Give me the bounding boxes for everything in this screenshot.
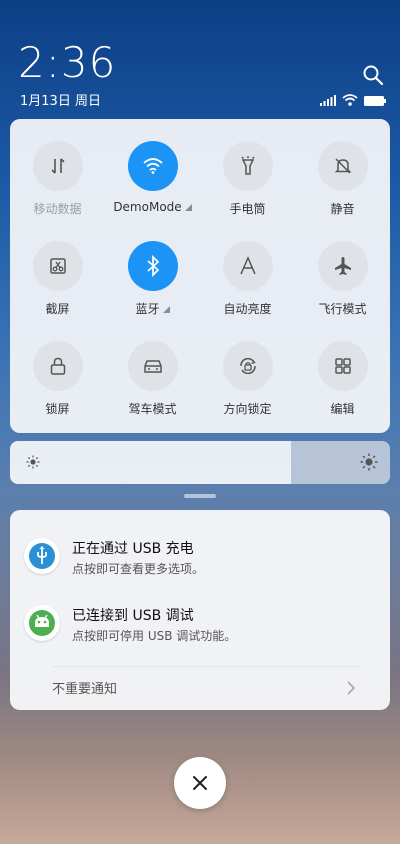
unimportant-notifications-link[interactable]: 不重要通知 [52, 678, 117, 697]
airplane-icon [317, 241, 368, 291]
divider [52, 666, 360, 667]
cellular-signal-icon [320, 91, 336, 110]
toggle-label: 手电筒 [229, 202, 266, 216]
notification-usb-debugging[interactable]: 已连接到 USB 调试 点按即可停用 USB 调试功能。 [24, 605, 384, 655]
chevron-right-icon[interactable] [346, 680, 356, 696]
wifi-icon [127, 141, 178, 191]
notification-title: 正在通过 USB 充电 [72, 541, 194, 557]
close-icon [193, 776, 207, 790]
toggle-driving-mode[interactable]: 驾车模式 [105, 341, 200, 417]
grid-icon [317, 341, 368, 391]
toggle-label: 静音 [330, 202, 355, 216]
clear-notifications-button[interactable] [174, 757, 226, 809]
notification-subtitle: 点按即可查看更多选项。 [72, 562, 205, 576]
toggle-auto-brightness[interactable]: 自动亮度 [200, 241, 295, 317]
toggle-bluetooth[interactable]: 蓝牙 [105, 241, 200, 317]
clock-time: 2:36 [18, 38, 117, 87]
toggle-label: 编辑 [330, 402, 355, 416]
toggle-label: 自动亮度 [223, 302, 272, 316]
flashlight-icon [222, 141, 273, 191]
toggle-rotation-lock[interactable]: 方向锁定 [200, 341, 295, 417]
toggle-label: 飞行模式 [318, 302, 367, 316]
mute-icon [317, 141, 368, 191]
toggle-airplane-mode[interactable]: 飞行模式 [295, 241, 390, 317]
toggle-grid: 移动数据 DemoMode 手电筒 静音 截屏 蓝牙 自动亮度 飞行模式 锁屏 … [10, 141, 390, 417]
battery-icon [364, 91, 386, 110]
toggle-label: 蓝牙 [135, 302, 160, 316]
toggle-label: DemoMode [113, 200, 182, 214]
notification-panel: 正在通过 USB 充电 点按即可查看更多选项。 已连接到 USB 调试 点按即可… [10, 510, 390, 710]
toggle-lock-screen[interactable]: 锁屏 [10, 341, 105, 417]
brightness-slider[interactable] [10, 441, 390, 484]
brightness-high-icon [360, 453, 378, 471]
toggle-label: 锁屏 [45, 402, 70, 416]
toggle-mobile-data[interactable]: 移动数据 [10, 141, 105, 217]
brightness-low-icon [26, 455, 40, 469]
toggle-edit[interactable]: 编辑 [295, 341, 390, 417]
expand-triangle-icon [184, 204, 192, 211]
usb-icon [24, 538, 60, 574]
auto-brightness-icon [222, 241, 273, 291]
toggle-wifi[interactable]: DemoMode [105, 141, 200, 217]
toggle-flashlight[interactable]: 手电筒 [200, 141, 295, 217]
bluetooth-icon [127, 241, 178, 291]
car-icon [127, 341, 178, 391]
mobile-data-icon [32, 141, 83, 191]
wifi-icon [342, 91, 358, 110]
toggle-mute[interactable]: 静音 [295, 141, 390, 217]
lock-icon [32, 341, 83, 391]
toggle-screenshot[interactable]: 截屏 [10, 241, 105, 317]
drag-handle[interactable] [184, 494, 216, 498]
date-label: 1月13日 周日 [20, 94, 101, 109]
notification-usb-charging[interactable]: 正在通过 USB 充电 点按即可查看更多选项。 [24, 538, 384, 588]
screenshot-icon [32, 241, 83, 291]
rotation-lock-icon [222, 341, 273, 391]
notification-title: 已连接到 USB 调试 [72, 608, 194, 624]
toggle-label: 截屏 [45, 302, 70, 316]
search-icon[interactable] [362, 64, 384, 86]
expand-triangle-icon [162, 306, 170, 313]
toggle-label: 方向锁定 [223, 402, 272, 416]
toggle-label: 驾车模式 [128, 402, 177, 416]
quick-settings-panel: 移动数据 DemoMode 手电筒 静音 截屏 蓝牙 自动亮度 飞行模式 锁屏 … [10, 119, 390, 433]
android-icon [24, 605, 60, 641]
status-bar [320, 91, 386, 110]
notification-subtitle: 点按即可停用 USB 调试功能。 [72, 629, 237, 643]
toggle-label: 移动数据 [33, 202, 82, 216]
